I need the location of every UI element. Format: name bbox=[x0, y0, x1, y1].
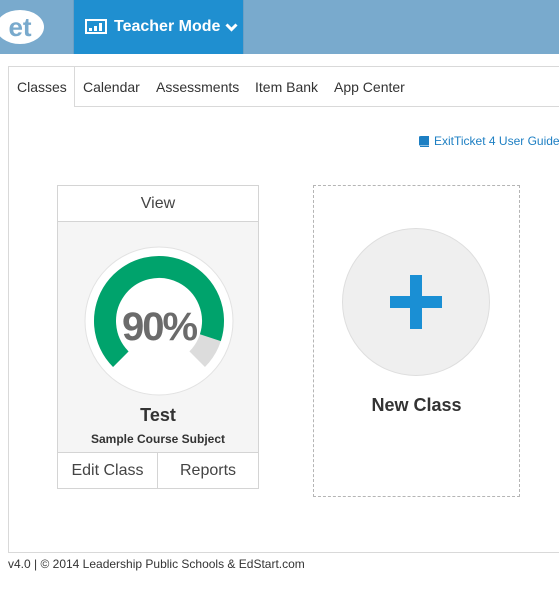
tab-calendar[interactable]: Calendar bbox=[83, 67, 140, 107]
view-button[interactable]: View bbox=[58, 186, 258, 222]
exitticket-logo[interactable]: et bbox=[0, 8, 46, 46]
class-card: View 90% Test Sample Course Subject Edit… bbox=[57, 185, 259, 489]
plus-icon bbox=[390, 275, 442, 329]
monitor-icon bbox=[85, 19, 107, 34]
tab-app-center[interactable]: App Center bbox=[334, 67, 405, 107]
class-subject: Sample Course Subject bbox=[90, 432, 226, 446]
tab-bar: Classes Calendar Assessments Item Bank A… bbox=[9, 67, 559, 107]
score-gauge: 90% bbox=[84, 246, 234, 396]
top-bar: et Teacher Mode bbox=[0, 0, 559, 54]
footer-copyright: v4.0 | © 2014 Leadership Public Schools … bbox=[8, 557, 305, 571]
teacher-mode-dropdown[interactable]: Teacher Mode bbox=[73, 0, 244, 54]
reports-button[interactable]: Reports bbox=[158, 453, 258, 488]
score-text: 90% bbox=[122, 305, 197, 349]
chevron-down-icon bbox=[225, 22, 238, 32]
class-name[interactable]: Test bbox=[58, 405, 258, 426]
book-icon bbox=[419, 135, 429, 147]
user-guide-label: ExitTicket 4 User Guide bbox=[434, 134, 559, 148]
tab-classes[interactable]: Classes bbox=[9, 67, 75, 107]
new-class-card[interactable]: New Class bbox=[313, 185, 520, 497]
tab-assessments[interactable]: Assessments bbox=[156, 67, 239, 107]
new-class-label: New Class bbox=[371, 395, 462, 415]
user-guide-link[interactable]: ExitTicket 4 User Guide bbox=[419, 134, 559, 148]
edit-class-button[interactable]: Edit Class bbox=[58, 453, 158, 488]
new-class-circle[interactable] bbox=[342, 228, 490, 376]
main-panel: Classes Calendar Assessments Item Bank A… bbox=[8, 66, 559, 553]
card-actions: Edit Class Reports bbox=[58, 452, 258, 488]
tab-item-bank[interactable]: Item Bank bbox=[255, 67, 318, 107]
teacher-mode-label: Teacher Mode bbox=[114, 18, 221, 35]
svg-text:et: et bbox=[8, 12, 31, 42]
